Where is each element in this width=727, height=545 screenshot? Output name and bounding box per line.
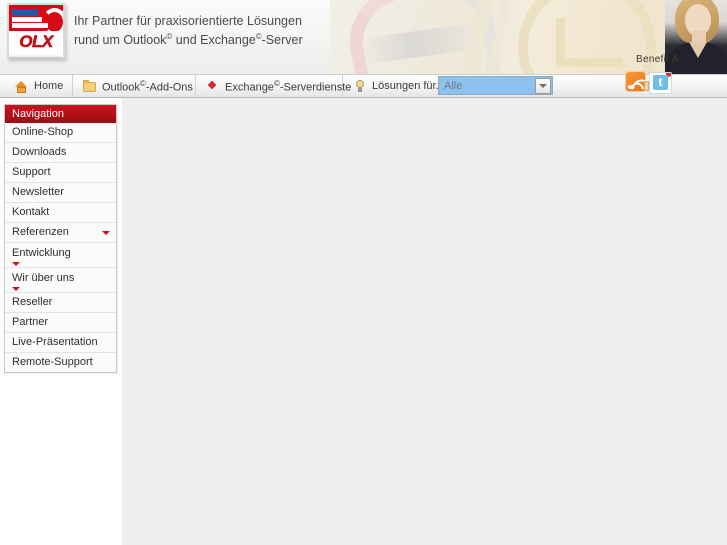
sidebar-item-label: Kontakt: [12, 206, 50, 218]
sidebar-item-label: Wir über uns: [12, 272, 75, 284]
sidebar-item-live-praesentation[interactable]: Live-Präsentation: [5, 332, 116, 352]
tab-loesungen-label: Lösungen für...: [372, 80, 445, 92]
sidebar-item-list: Online-Shop Downloads Support Newsletter Kon…: [5, 123, 116, 372]
logo-white-bar-1: [12, 17, 42, 22]
folder-icon: [83, 79, 96, 93]
tab-outlook-addons[interactable]: Outlook©-Add-Ons: [73, 75, 196, 97]
sidebar-item-wir-ueber-uns[interactable]: Wir über uns: [5, 267, 116, 292]
sidebar-item-referenzen[interactable]: Referenzen: [5, 222, 116, 242]
submenu-chevron-down-icon[interactable]: [12, 262, 20, 266]
main-content-area: [122, 98, 727, 545]
sidebar-navigation: Navigation Online-Shop Downloads Support Ne…: [4, 104, 117, 373]
page-root: OLX Ihr Partner für praxisorientierte Lö…: [0, 0, 727, 545]
submenu-chevron-down-icon[interactable]: [102, 231, 110, 235]
olx-logo[interactable]: OLX: [7, 3, 65, 61]
tab-exchange-label: Exchange©-Serverdienste: [225, 78, 352, 94]
solutions-filter-value: Alle: [444, 79, 463, 92]
sidebar-header: Navigation: [5, 105, 116, 123]
sidebar-item-label: Newsletter: [12, 186, 64, 198]
tab-loesungen-fuer[interactable]: Lösungen für...: [343, 75, 445, 97]
sidebar-item-label: Live-Präsentation: [12, 336, 98, 348]
logo-top-panel: [9, 5, 63, 36]
social-links: t ❖: [625, 71, 673, 95]
logo-frame: OLX: [7, 3, 65, 59]
site-header: OLX Ihr Partner für praxisorientierte Lö…: [0, 0, 727, 74]
sidebar-item-label: Downloads: [12, 146, 67, 158]
sidebar-item-reseller[interactable]: Reseller: [5, 292, 116, 312]
logo-blue-bar: [12, 9, 38, 16]
tab-exchange-serverdienste[interactable]: ❖ Exchange©-Serverdienste: [196, 75, 351, 97]
sidebar-item-label: Reseller: [12, 296, 53, 308]
twitter-badge-icon: ❖: [665, 73, 671, 79]
tab-home[interactable]: Home: [5, 75, 73, 97]
sidebar-item-newsletter[interactable]: Newsletter: [5, 182, 116, 202]
main-navigation-tabbar: Home Outlook©-Add-Ons ❖ Exchange©-Server…: [0, 74, 727, 98]
sidebar-item-support[interactable]: Support: [5, 162, 116, 182]
rss-feed-icon[interactable]: [625, 71, 646, 92]
logo-wordmark: OLX: [19, 32, 53, 52]
logo-shadow: [9, 56, 61, 61]
header-tagline: Ihr Partner für praxisorientierte Lösung…: [74, 13, 374, 48]
chevron-down-icon[interactable]: [535, 77, 551, 94]
sidebar-item-label: Online-Shop: [12, 126, 74, 138]
benefit-label: Benefit A: [636, 54, 679, 65]
header-ring-inner-decoration: [556, 18, 623, 67]
tab-home-label: Home: [34, 80, 64, 92]
sidebar-item-entwicklung[interactable]: Entwicklung: [5, 242, 116, 267]
sidebar-item-kontakt[interactable]: Kontakt: [5, 202, 116, 222]
lightbulb-icon: [353, 79, 366, 93]
sidebar-item-label: Entwicklung: [12, 247, 71, 259]
tagline-line-2-a: rund um Outlook: [74, 33, 167, 48]
sidebar-item-online-shop[interactable]: Online-Shop: [5, 123, 116, 142]
tagline-line-2-c: -Server: [261, 33, 303, 48]
tagline-line-2-b: und Exchange: [172, 33, 256, 48]
sidebar-item-downloads[interactable]: Downloads: [5, 142, 116, 162]
exchange-icon: ❖: [207, 79, 217, 92]
submenu-chevron-down-icon[interactable]: [12, 287, 20, 291]
sidebar-item-remote-support[interactable]: Remote-Support: [5, 352, 116, 372]
solutions-filter-select[interactable]: Alle: [438, 76, 553, 95]
sidebar-item-label: Support: [12, 166, 51, 178]
home-icon: [15, 80, 28, 93]
sidebar-item-partner[interactable]: Partner: [5, 312, 116, 332]
sidebar-item-label: Remote-Support: [12, 356, 93, 368]
tab-outlook-label: Outlook©-Add-Ons: [102, 78, 193, 94]
sidebar-item-label: Referenzen: [12, 226, 69, 238]
tagline-line-1: Ihr Partner für praxisorientierte Lösung…: [74, 14, 302, 28]
tagline-line-2: rund um Outlook© und Exchange©-Server: [74, 29, 374, 48]
sidebar-item-label: Partner: [12, 316, 49, 328]
twitter-icon[interactable]: t ❖: [649, 72, 672, 94]
